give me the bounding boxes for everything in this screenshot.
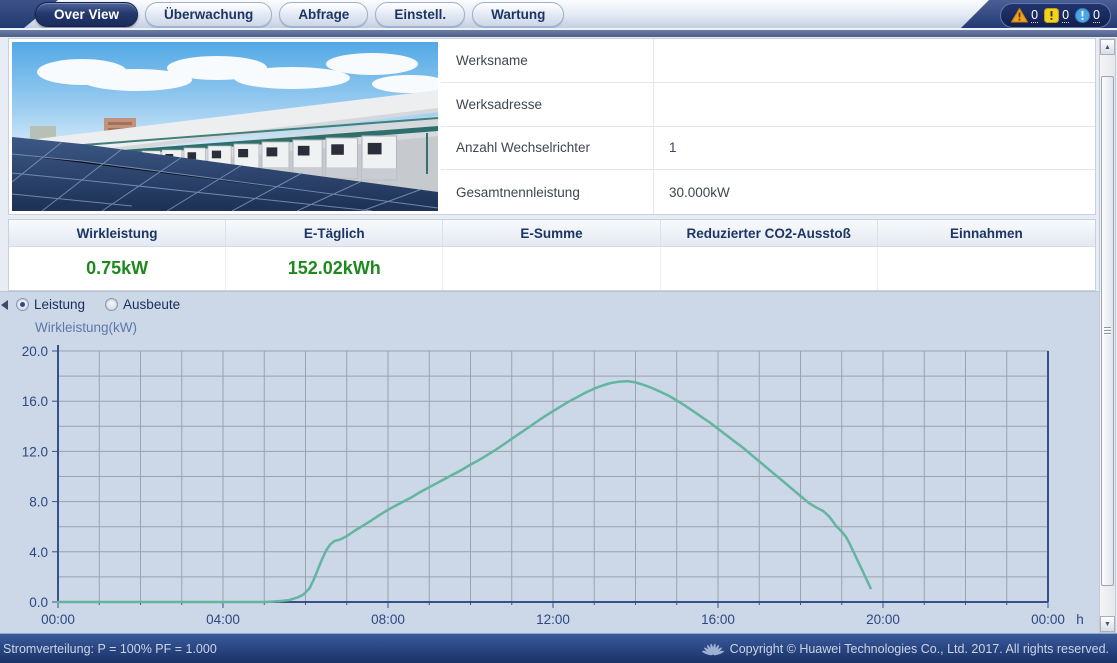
plant-info-table: Werksname Werksadresse Anzahl Wechselric…	[441, 39, 1095, 214]
table-row: Anzahl Wechselrichter 1	[441, 127, 1095, 171]
energy-stats-panel: Wirkleistung E-Täglich E-Summe Reduziert…	[8, 219, 1096, 291]
rated-power-label: Gesamtnennleistung	[441, 170, 653, 214]
stat-value-e-taeglich: 152.02kWh	[226, 247, 443, 290]
tab-einstellungen[interactable]: Einstell.	[375, 2, 465, 27]
major-alarm-count[interactable]: 0	[1062, 9, 1069, 23]
power-curve-chart: 0.0 4.0 8.0 12.0 16.0 20.0 00:00 04:00 08:00 12:0…	[0, 341, 1099, 634]
status-bar: Stromverteilung: P = 100% PF = 1.000 Cop…	[0, 633, 1117, 663]
tab-abfrage[interactable]: Abfrage	[279, 2, 368, 27]
collapse-panel-arrow-icon[interactable]	[1, 300, 8, 310]
stat-header-co2: Reduzierter CO2-Ausstoß	[661, 220, 878, 246]
plant-overview-panel: Werksname Werksadresse Anzahl Wechselric…	[8, 38, 1096, 215]
plant-address-label: Werksadresse	[441, 83, 653, 126]
stat-value-co2	[661, 247, 878, 290]
header-divider-strip	[0, 28, 1117, 37]
svg-text:16.0: 16.0	[22, 394, 48, 409]
radio-ausbeute[interactable]: Ausbeute	[105, 297, 180, 312]
table-row: Werksname	[441, 39, 1095, 83]
svg-text:00:00: 00:00	[1031, 612, 1065, 627]
radio-ausbeute-label: Ausbeute	[123, 297, 180, 312]
plant-name-label: Werksname	[441, 39, 653, 82]
stat-header-wirkleistung: Wirkleistung	[9, 220, 226, 246]
tab-wartung[interactable]: Wartung	[472, 2, 564, 27]
chart-y-axis-title: Wirkleistung(kW)	[35, 320, 137, 335]
exclamation-circle-icon	[1075, 8, 1090, 23]
svg-text:12:00: 12:00	[536, 612, 570, 627]
svg-text:4.0: 4.0	[29, 545, 48, 560]
copyright-text: Copyright © Huawei Technologies Co., Ltd…	[730, 642, 1109, 656]
tab-ueberwachung[interactable]: Überwachung	[145, 2, 272, 27]
warning-triangle-icon	[1011, 8, 1028, 23]
exclamation-square-icon	[1044, 8, 1059, 23]
power-chart-panel: Leistung Ausbeute Wirkleistung(kW) 0.0 4.…	[0, 291, 1099, 633]
main-tabs: Over View Überwachung Abfrage Einstell. …	[35, 2, 564, 27]
tab-overview[interactable]: Over View	[35, 2, 138, 27]
major-alarm-item[interactable]: 0	[1044, 8, 1069, 23]
svg-text:04:00: 04:00	[206, 612, 240, 627]
table-row: Werksadresse	[441, 83, 1095, 127]
alarm-summary: 0 0 0	[1000, 3, 1111, 28]
stat-value-wirkleistung: 0.75kW	[9, 247, 226, 290]
main-content: Werksname Werksadresse Anzahl Wechselric…	[0, 37, 1117, 633]
scroll-down-button[interactable]: ▼	[1100, 616, 1115, 632]
stat-value-einnahmen	[878, 247, 1095, 290]
minor-alarm-count[interactable]: 0	[1093, 9, 1100, 23]
power-distribution-status: Stromverteilung: P = 100% PF = 1.000	[3, 642, 217, 656]
plant-address-value	[653, 83, 1095, 126]
huawei-inverter-webui: Over View Überwachung Abfrage Einstell. …	[0, 0, 1117, 663]
stat-header-e-taeglich: E-Täglich	[226, 220, 443, 246]
radio-leistung-dot[interactable]	[16, 298, 29, 311]
radio-ausbeute-dot[interactable]	[105, 298, 118, 311]
scrollbar-grip	[1104, 327, 1111, 335]
stat-header-e-summe: E-Summe	[443, 220, 660, 246]
copyright-area: Copyright © Huawei Technologies Co., Ltd…	[702, 641, 1109, 657]
svg-text:08:00: 08:00	[371, 612, 405, 627]
plant-photo	[9, 39, 441, 214]
minor-alarm-item[interactable]: 0	[1075, 8, 1100, 23]
radio-leistung[interactable]: Leistung	[16, 297, 85, 312]
rated-power-value: 30.000kW	[653, 170, 1095, 214]
critical-alarm-item[interactable]: 0	[1011, 8, 1038, 23]
stats-header-row: Wirkleistung E-Täglich E-Summe Reduziert…	[9, 220, 1095, 247]
huawei-logo-icon	[702, 641, 724, 657]
svg-text:16:00: 16:00	[701, 612, 735, 627]
svg-text:8.0: 8.0	[29, 495, 48, 510]
stats-value-row: 0.75kW 152.02kWh	[9, 247, 1095, 290]
svg-text:0.0: 0.0	[29, 595, 48, 610]
stat-value-e-summe	[443, 247, 660, 290]
svg-text:00:00: 00:00	[41, 612, 75, 627]
critical-alarm-count[interactable]: 0	[1031, 9, 1038, 23]
svg-text:12.0: 12.0	[22, 444, 48, 459]
svg-text:20:00: 20:00	[866, 612, 900, 627]
plant-name-value	[653, 39, 1095, 82]
radio-leistung-label: Leistung	[34, 297, 85, 312]
table-row: Gesamtnennleistung 30.000kW	[441, 170, 1095, 214]
chart-mode-options: Leistung Ausbeute	[16, 297, 180, 312]
inverter-count-value: 1	[653, 127, 1095, 170]
scroll-up-button[interactable]: ▲	[1100, 39, 1115, 55]
scrollbar-thumb[interactable]	[1101, 76, 1114, 586]
svg-text:h: h	[1076, 612, 1084, 627]
inverter-count-label: Anzahl Wechselrichter	[441, 127, 653, 170]
top-nav-bar: Over View Überwachung Abfrage Einstell. …	[0, 0, 1117, 28]
vertical-scrollbar[interactable]: ▲ ▼	[1099, 38, 1116, 633]
stat-header-einnahmen: Einnahmen	[878, 220, 1095, 246]
svg-text:20.0: 20.0	[22, 344, 48, 359]
